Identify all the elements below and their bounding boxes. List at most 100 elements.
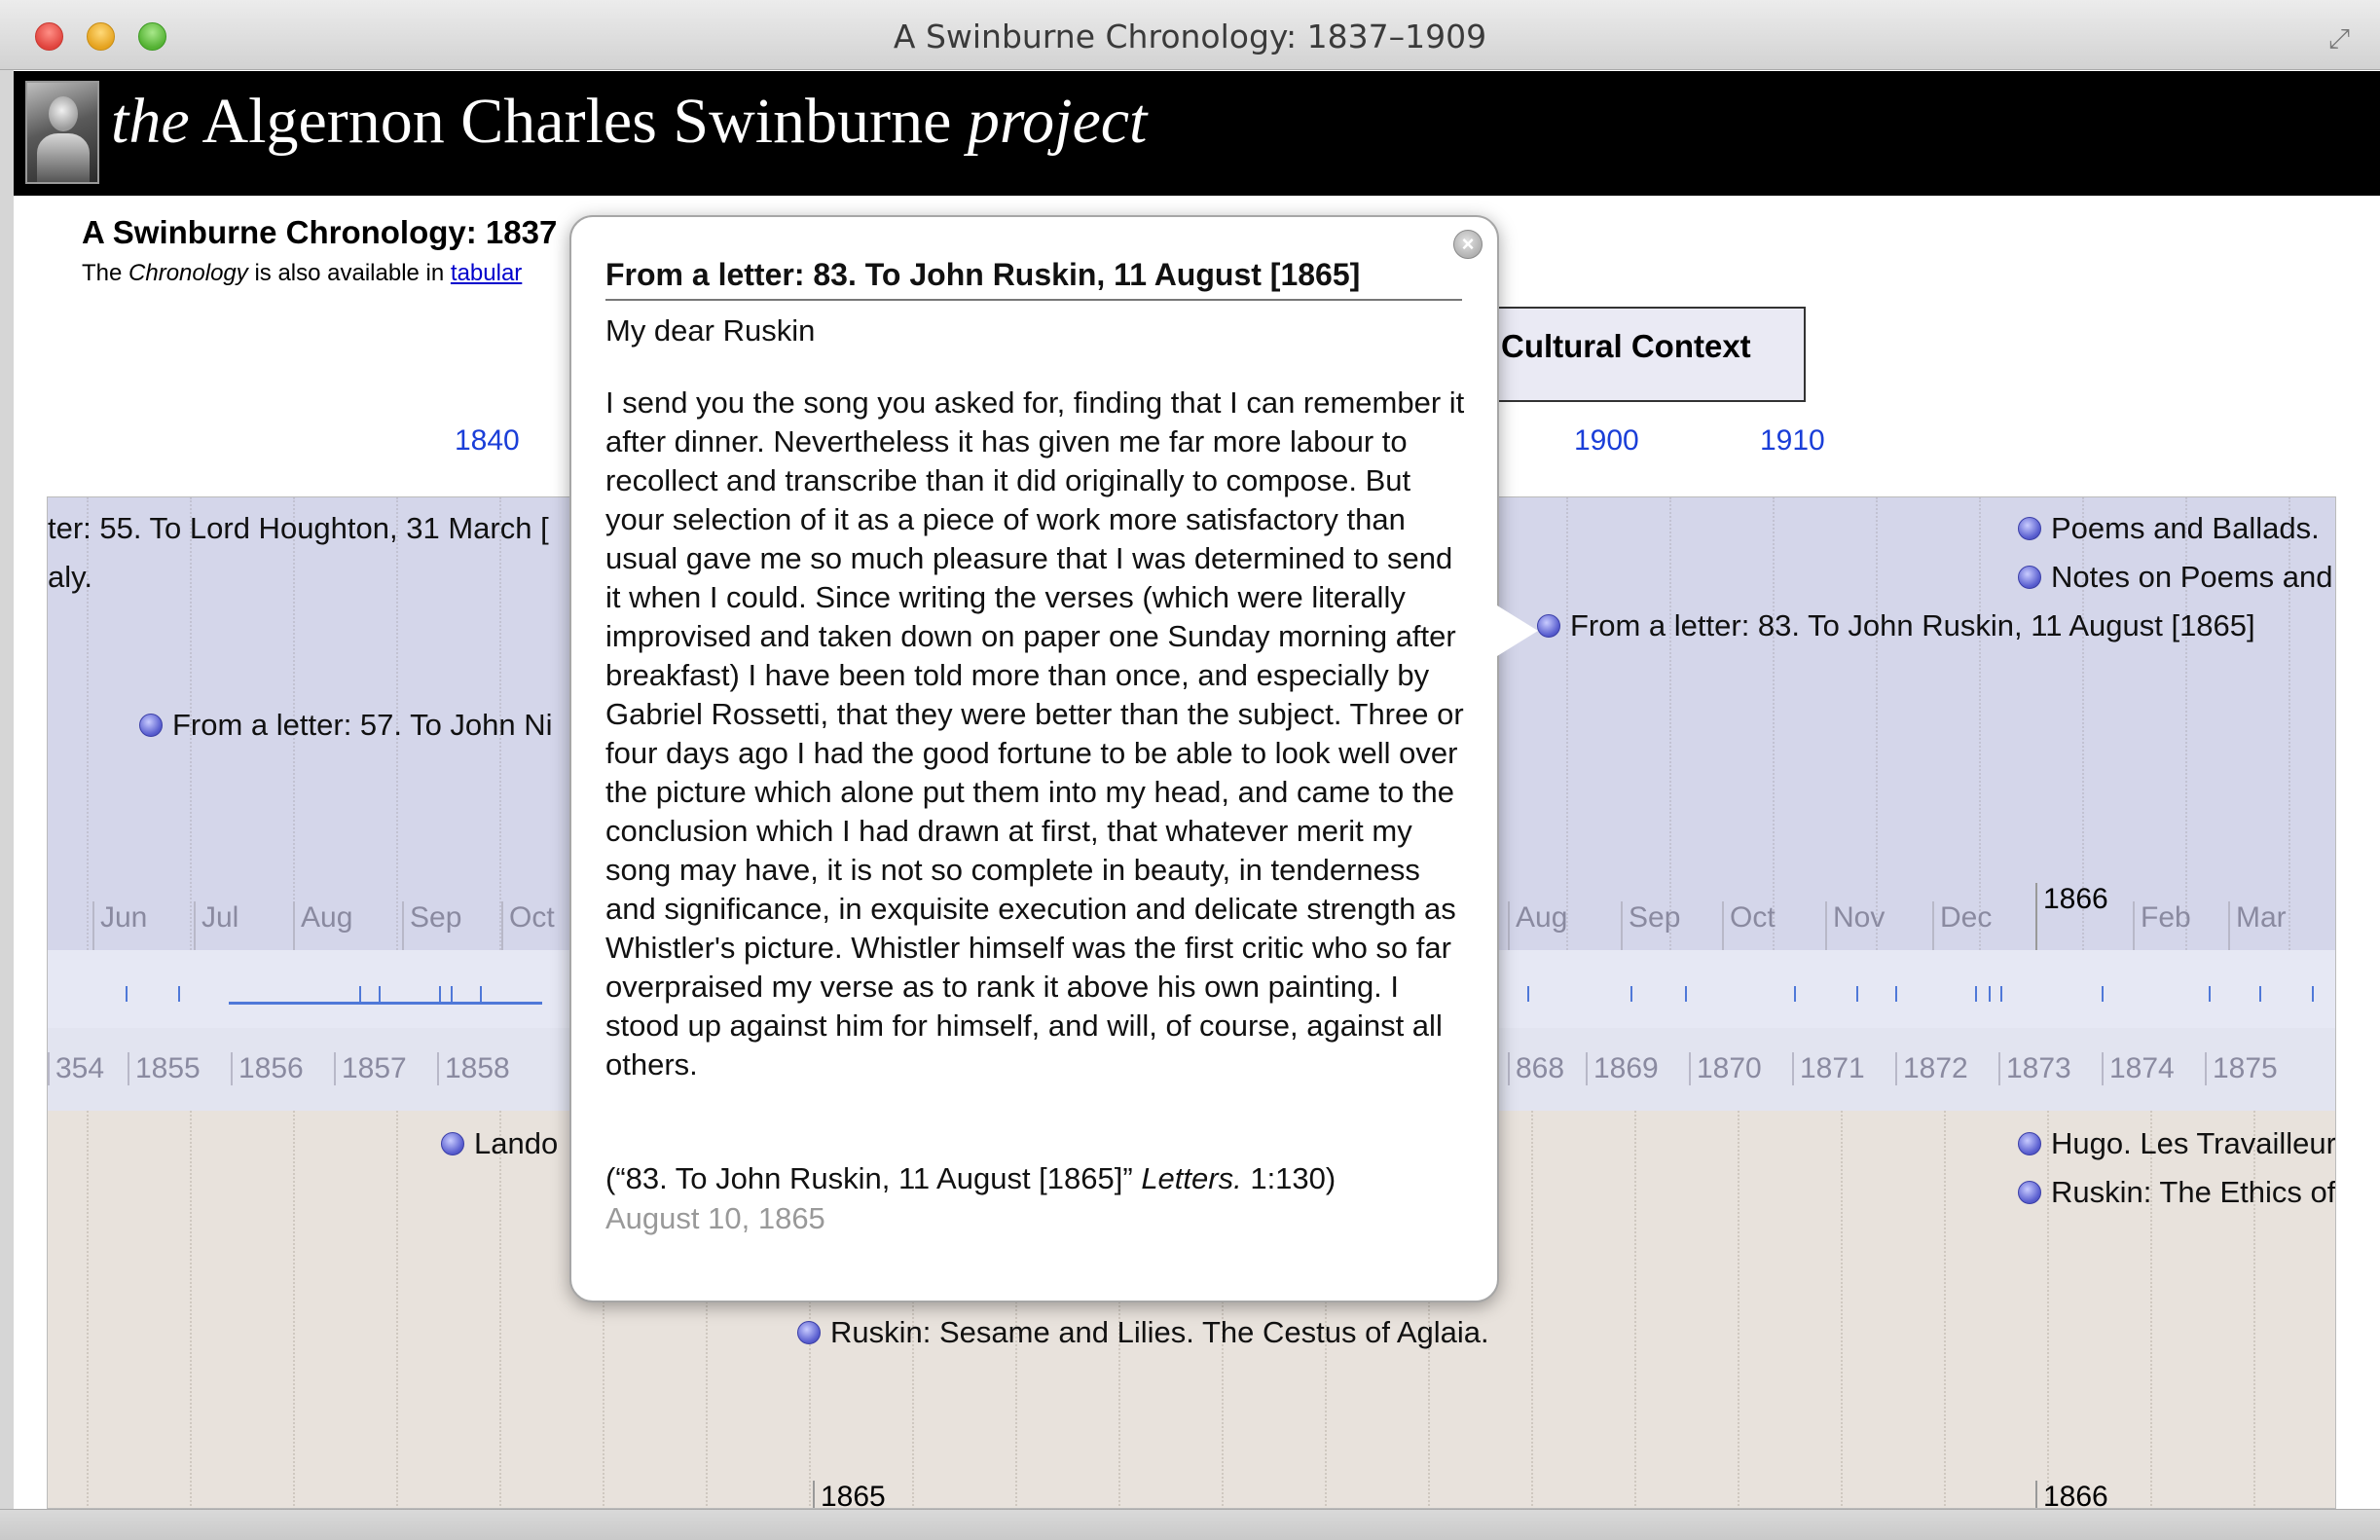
event-duration-bar	[229, 1002, 542, 1005]
gridline	[1979, 497, 1981, 950]
year-label: 1856	[231, 1052, 304, 1085]
event-houghton-letter[interactable]: ter: 55. To Lord Houghton, 31 March [	[48, 511, 549, 546]
event-tick	[1895, 986, 1897, 1002]
event-tick	[1975, 986, 1977, 1002]
year-label: 1870	[1689, 1052, 1762, 1085]
site-header: the Algernon Charles Swinburne project	[14, 71, 2380, 196]
decade-link-1840[interactable]: 1840	[455, 424, 520, 458]
month-label: Aug	[1508, 901, 1567, 950]
year-label: 1872	[1895, 1052, 1968, 1085]
event-dot-icon	[2018, 517, 2041, 540]
event-italy[interactable]: aly.	[48, 560, 92, 595]
event-label: aly.	[48, 560, 92, 594]
event-ruskin-letter[interactable]: From a letter: 83. To John Ruskin, 11 Au…	[1537, 608, 2255, 643]
month-label: Jul	[194, 901, 238, 950]
gridline	[190, 1111, 192, 1508]
event-tick	[2000, 986, 2002, 1002]
gridline	[1738, 1111, 1739, 1508]
cultural-context-button[interactable]: Cultural Context	[1470, 307, 1806, 402]
site-title[interactable]: the Algernon Charles Swinburne project	[111, 85, 1147, 159]
event-ruskin-sesame[interactable]: Ruskin: Sesame and Lilies. The Cestus of…	[797, 1315, 1489, 1350]
page-title: A Swinburne Chronology: 1837	[82, 214, 558, 250]
event-tick	[379, 986, 381, 1002]
year-label: 1873	[1998, 1052, 2071, 1085]
event-dot-icon	[1537, 614, 1560, 638]
gridline	[1841, 1111, 1843, 1508]
event-tick	[178, 986, 180, 1002]
event-tick	[1989, 986, 1991, 1002]
gridline	[396, 1111, 398, 1508]
month-label: Sep	[1621, 901, 1680, 950]
event-label: Hugo. Les Travailleur	[2051, 1126, 2336, 1160]
event-nichol-letter[interactable]: From a letter: 57. To John Ni	[139, 708, 553, 743]
event-tick	[1794, 986, 1796, 1002]
event-notes-on-poems[interactable]: Notes on Poems and	[2018, 560, 2333, 595]
event-tick	[1527, 986, 1529, 1002]
window-title: A Swinburne Chronology: 1837–1909	[893, 18, 1487, 55]
year-label: 1875	[2205, 1052, 2278, 1085]
year-label: 1869	[1586, 1052, 1659, 1085]
event-tick	[1630, 986, 1632, 1002]
citation-prefix: (“83. To John Ruskin, 11 August [1865]”	[605, 1161, 1133, 1195]
gridline	[2150, 1111, 2152, 1508]
popup-body: I send you the song you asked for, findi…	[605, 385, 1465, 1082]
month-label: Feb	[2133, 901, 2191, 950]
event-dot-icon	[441, 1132, 464, 1155]
close-icon[interactable]: ×	[1453, 230, 1483, 259]
month-label: Dec	[1932, 901, 1992, 950]
event-tick	[2259, 986, 2261, 1002]
event-tick	[1856, 986, 1858, 1002]
year-label: 354	[48, 1052, 104, 1085]
gridline	[1531, 1111, 1533, 1508]
event-landor[interactable]: Lando	[441, 1126, 558, 1161]
event-dot-icon	[797, 1321, 821, 1344]
event-label: Ruskin: The Ethics of	[2051, 1175, 2336, 1209]
popup-salutation: My dear Ruskin	[605, 313, 816, 348]
site-title-the: the	[111, 86, 190, 157]
event-tick	[2312, 986, 2314, 1002]
decade-link-1910[interactable]: 1910	[1760, 424, 1825, 458]
gridline	[1669, 497, 1671, 950]
gridline	[1944, 1111, 1946, 1508]
month-label: Mar	[2228, 901, 2287, 950]
site-title-main: Algernon Charles Swinburne	[201, 86, 952, 157]
event-label: Ruskin: Sesame and Lilies. The Cestus of…	[830, 1315, 1489, 1349]
event-poems-ballads[interactable]: Poems and Ballads.	[2018, 511, 2320, 546]
decade-link-1900[interactable]: 1900	[1574, 424, 1639, 458]
gridline	[1566, 497, 1568, 950]
swinburne-portrait[interactable]	[25, 81, 99, 184]
year-marker: 1865	[813, 1481, 886, 1508]
month-label: Aug	[293, 901, 352, 950]
year-label: 1857	[334, 1052, 407, 1085]
event-tick	[2209, 986, 2211, 1002]
gridline	[2047, 1111, 2049, 1508]
event-label: Poems and Ballads.	[2051, 511, 2320, 545]
year-label: 1858	[437, 1052, 510, 1085]
month-label: Jun	[92, 901, 147, 950]
year-marker: 1866	[2035, 1481, 2108, 1508]
window-bottom-bar	[0, 1509, 2380, 1540]
event-tick	[126, 986, 128, 1002]
fullscreen-icon[interactable]: ⤢	[2324, 23, 2355, 55]
gridline	[499, 1111, 501, 1508]
month-label: Sep	[402, 901, 461, 950]
event-dot-icon	[2018, 1132, 2041, 1155]
event-tick	[359, 986, 361, 1002]
event-ruskin-ethics[interactable]: Ruskin: The Ethics of	[2018, 1175, 2335, 1210]
gridline	[1634, 1111, 1636, 1508]
event-label: ter: 55. To Lord Houghton, 31 March [	[48, 511, 549, 545]
popup-title: From a letter: 83. To John Ruskin, 11 Au…	[605, 257, 1462, 301]
gridline	[293, 1111, 295, 1508]
gridline	[2253, 1111, 2255, 1508]
event-hugo[interactable]: Hugo. Les Travailleur	[2018, 1126, 2336, 1161]
citation-italic: Letters.	[1141, 1161, 1242, 1195]
event-dot-icon	[2018, 566, 2041, 589]
subtitle-middle: is also available in	[254, 260, 445, 286]
year-marker: 1866	[2035, 883, 2108, 951]
event-tick	[451, 986, 453, 1002]
popup-pointer	[1497, 605, 1538, 656]
tabular-link[interactable]: tabular	[451, 260, 522, 286]
event-dot-icon	[2018, 1181, 2041, 1204]
year-label: 1855	[128, 1052, 201, 1085]
subtitle-prefix: The	[82, 260, 123, 286]
